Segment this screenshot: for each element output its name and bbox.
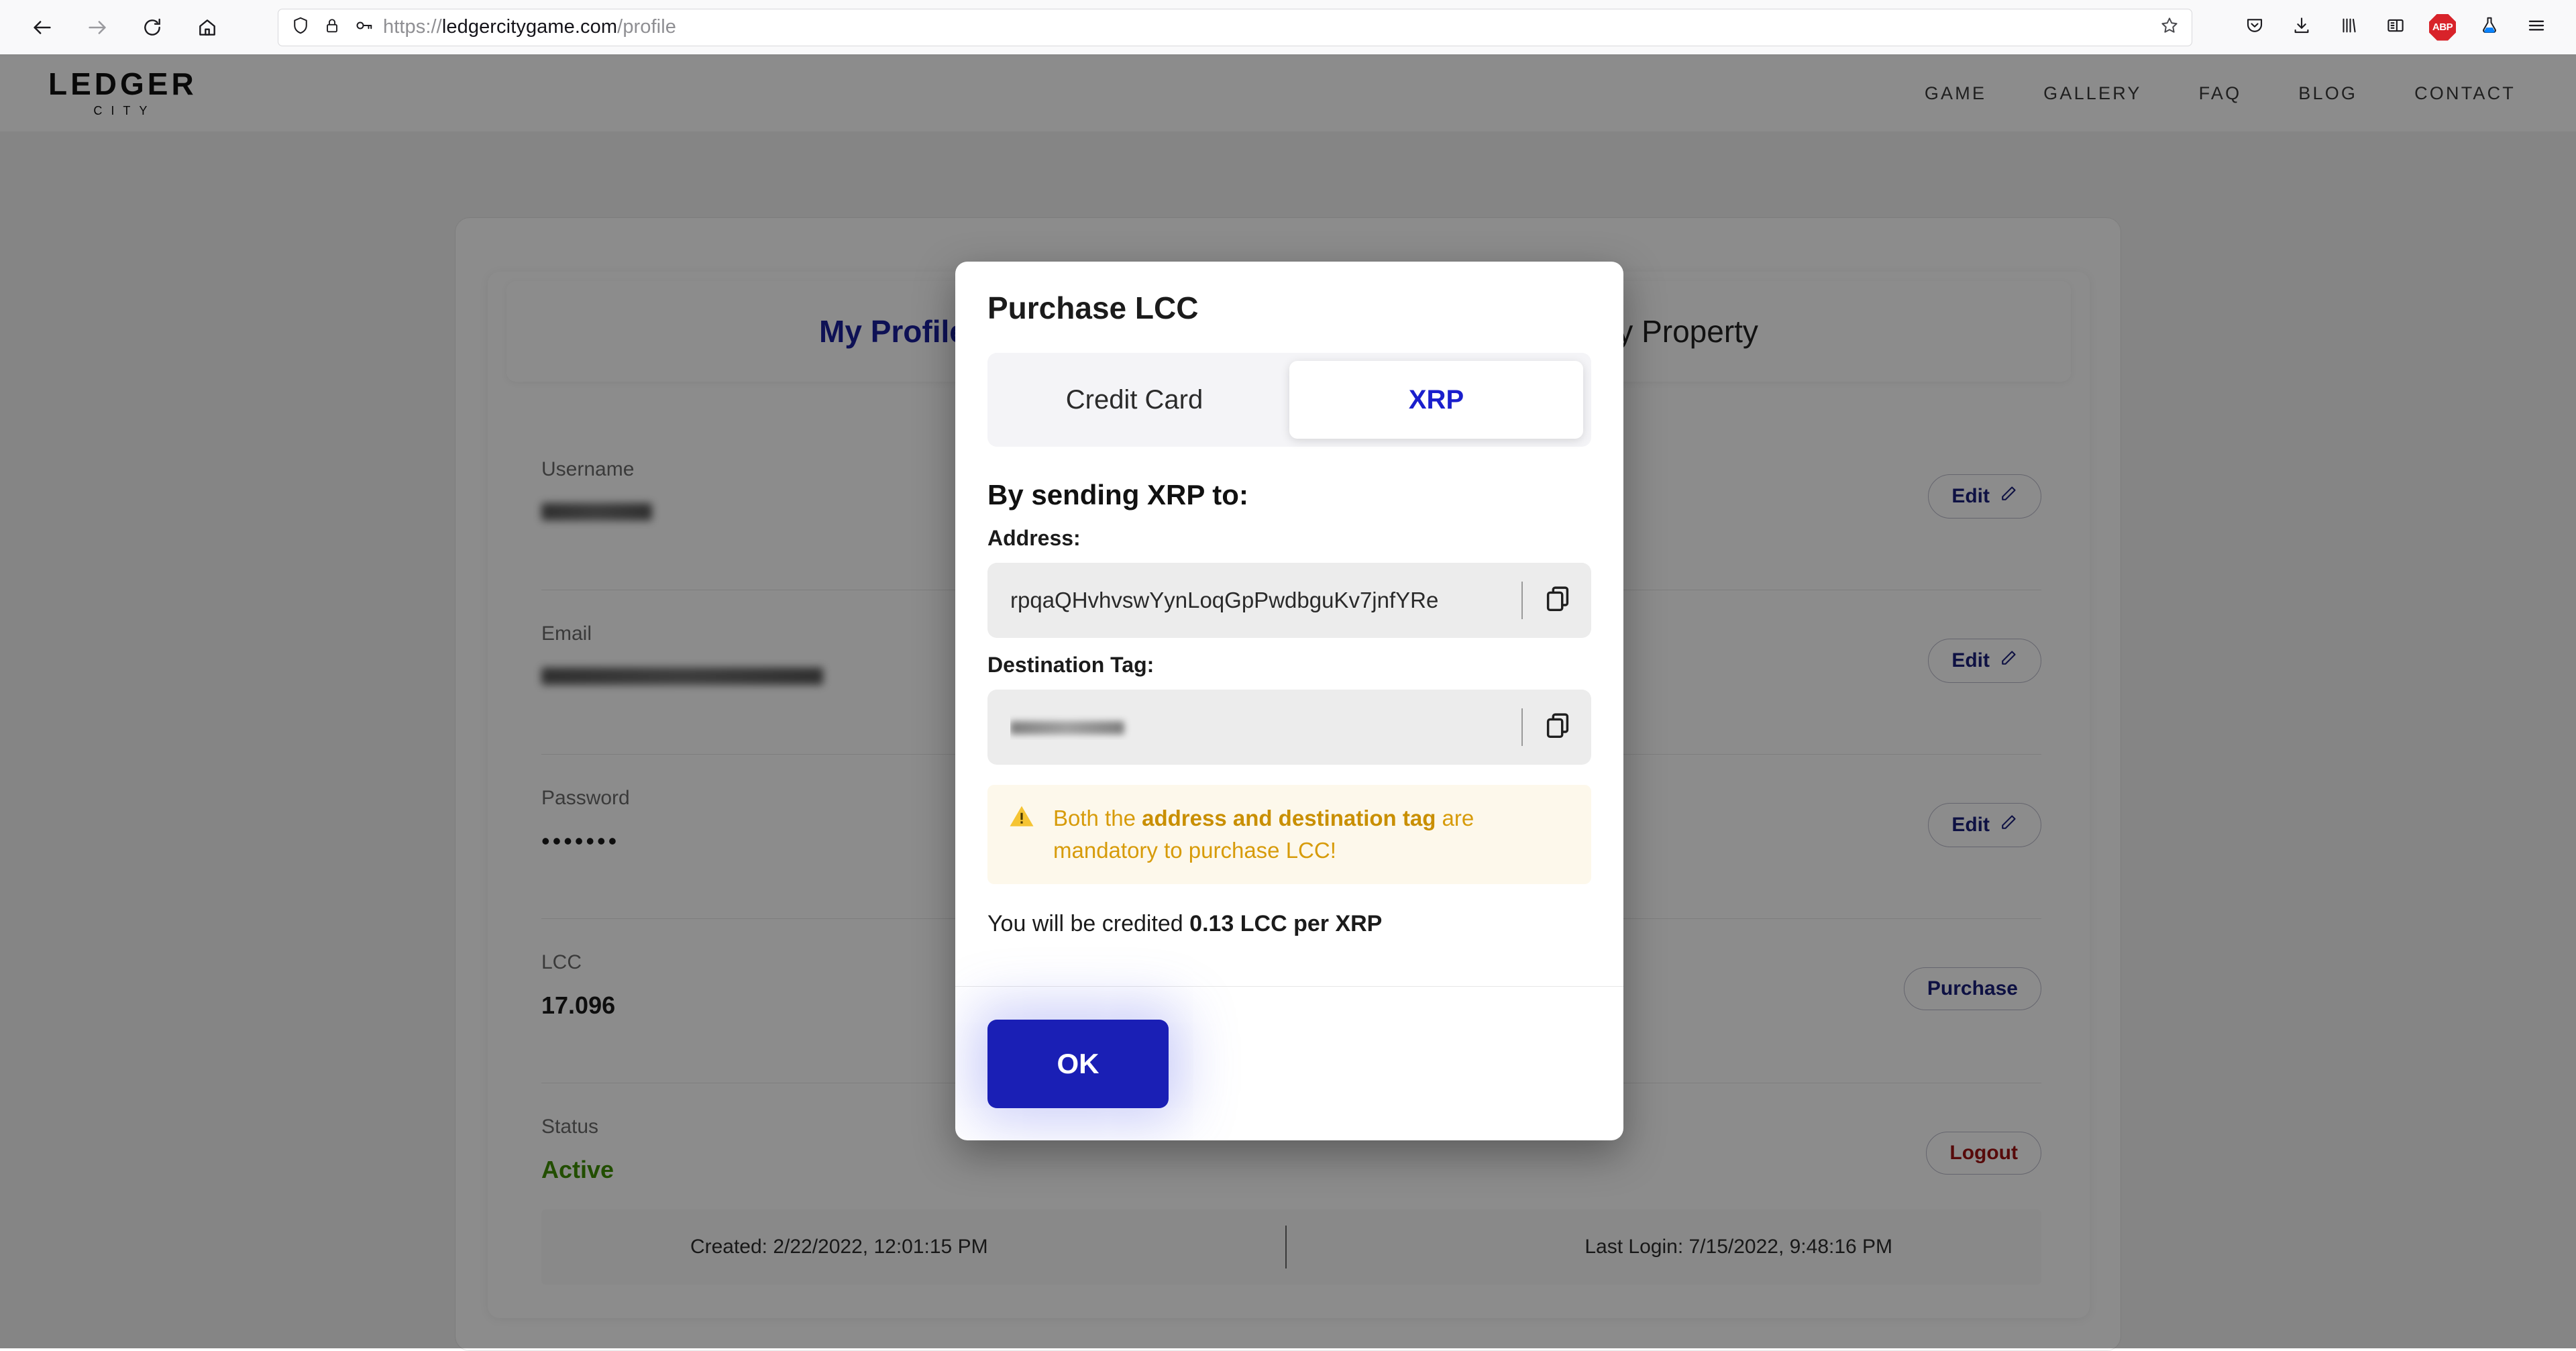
forward-arrow-icon [86,16,109,39]
browser-extension-buttons: ABP [2231,7,2576,48]
star-icon [2159,15,2180,39]
dialog-body: Purchase LCC Credit Card XRP By sending … [955,262,1623,937]
section-heading: By sending XRP to: [987,479,1248,510]
credit-prefix: You will be credited [987,910,1190,936]
pocket-button[interactable] [2231,7,2278,48]
warning-banner: Both the address and destination tag are… [987,785,1591,884]
bookmark-button[interactable] [2159,15,2180,39]
tab-xrp[interactable]: XRP [1289,361,1583,439]
sidebar-button[interactable] [2372,7,2419,48]
library-button[interactable] [2325,7,2372,48]
dialog-footer: OK [955,986,1623,1140]
credit-rate-text: You will be credited 0.13 LCC per XRP [987,911,1591,937]
downloads-button[interactable] [2278,7,2325,48]
field-divider [1521,582,1523,619]
download-icon [2292,15,2312,39]
ok-button[interactable]: OK [987,1019,1169,1108]
credit-rate: 0.13 LCC per XRP [1189,910,1383,936]
back-arrow-icon [31,16,54,39]
key-icon[interactable] [354,15,374,39]
destination-tag-value [1010,714,1521,740]
tab-credit-card[interactable]: Credit Card [987,353,1281,447]
destination-tag-field[interactable] [987,690,1591,765]
urlbar-identity-icons [290,15,374,39]
warning-bold: address and destination tag [1142,806,1436,830]
warning-prefix: Both the [1053,806,1142,830]
home-button[interactable] [180,7,235,48]
adblock-plus-button[interactable]: ABP [2419,7,2466,48]
library-icon [2339,15,2359,39]
address-field[interactable]: rpqaQHvhvswYynLoqGpPwdbguKv7jnfYRe [987,563,1591,638]
back-button[interactable] [15,7,70,48]
home-icon [197,17,218,38]
copy-destination-tag-button[interactable] [1538,707,1578,747]
payment-method-tabs: Credit Card XRP [987,353,1591,447]
url-text[interactable]: https://ledgercitygame.com/profile [383,16,676,38]
browser-toolbar: https://ledgercitygame.com/profile ABP [0,0,2576,56]
url-bar[interactable]: https://ledgercitygame.com/profile [278,8,2192,46]
copy-address-button[interactable] [1538,580,1578,620]
test-pilot-button[interactable] [2466,7,2513,48]
forward-button[interactable] [70,7,125,48]
dialog-title: Purchase LCC [987,290,1199,325]
shield-icon[interactable] [290,15,311,39]
copy-icon [1542,584,1573,618]
sidebar-icon [2385,15,2406,39]
lock-icon[interactable] [323,16,341,38]
hamburger-menu-icon [2526,15,2546,39]
app-menu-button[interactable] [2513,7,2560,48]
purchase-lcc-dialog: Purchase LCC Credit Card XRP By sending … [955,262,1623,1140]
warning-text: Both the address and destination tag are… [1053,802,1571,867]
address-value: rpqaQHvhvswYynLoqGpPwdbguKv7jnfYRe [1010,588,1439,612]
address-label: Address: [987,526,1081,550]
pocket-icon [2245,15,2265,39]
url-domain: ledgercitygame.com [441,16,618,38]
redacted-value [1010,721,1124,735]
copy-icon [1542,710,1573,745]
url-prefix: https:// [383,16,442,38]
warning-triangle-icon [1008,802,1036,834]
destination-tag-label: Destination Tag: [987,653,1155,677]
url-path: /profile [617,16,676,38]
reload-icon [142,17,163,38]
browser-nav-buttons [0,7,235,48]
abp-icon: ABP [2429,13,2456,41]
reload-button[interactable] [125,7,180,48]
field-divider [1521,708,1523,746]
flask-icon [2479,15,2500,39]
